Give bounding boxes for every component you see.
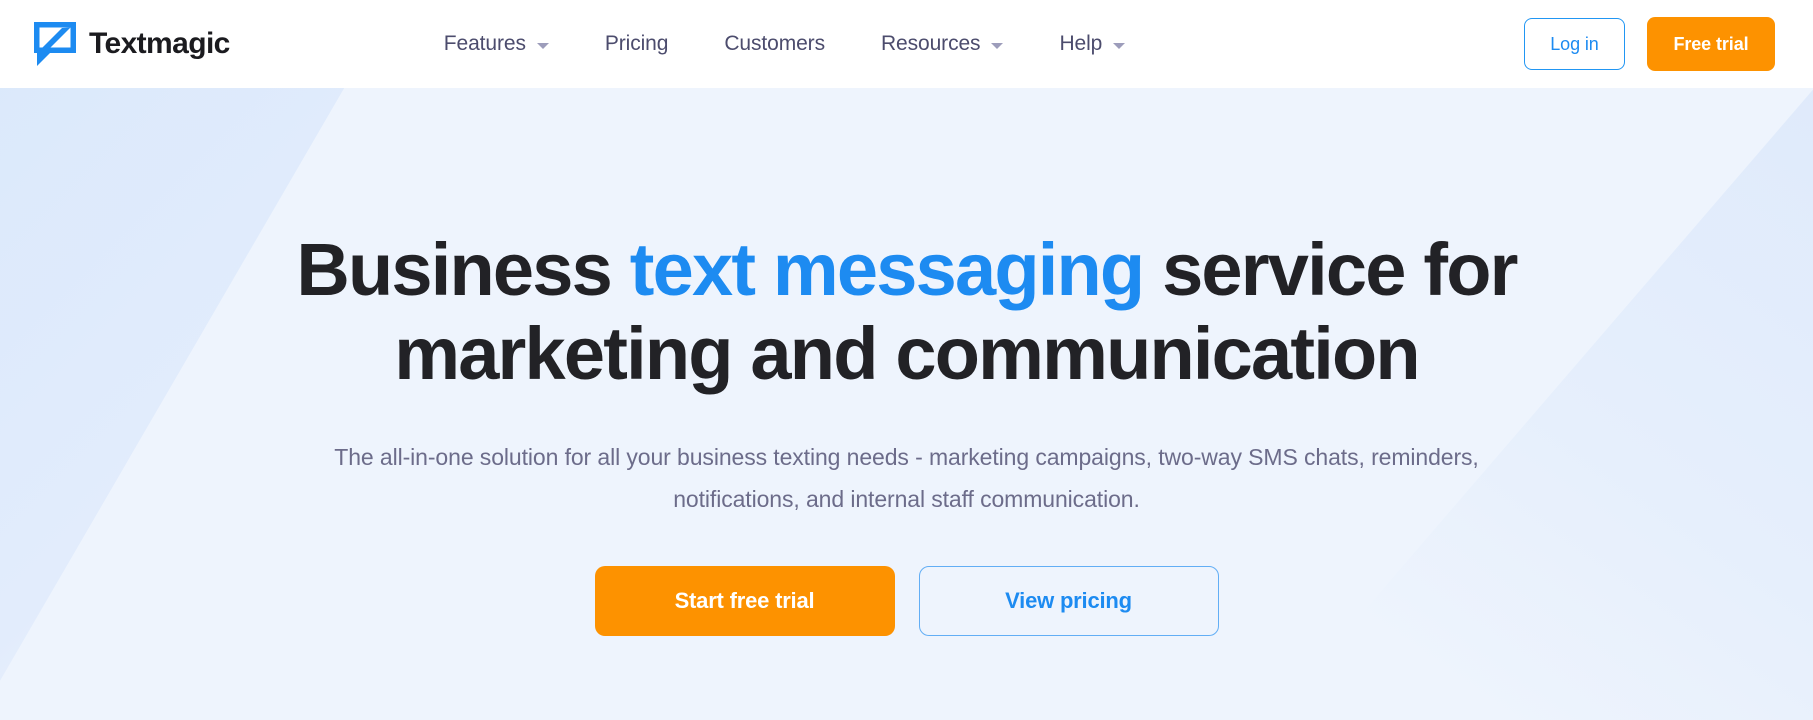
view-pricing-button[interactable]: View pricing	[918, 566, 1219, 636]
hero-subtitle: The all-in-one solution for all your bus…	[334, 444, 1479, 512]
nav-item-resources[interactable]: Resources	[853, 32, 1031, 56]
hero-content: Business text messaging service for mark…	[0, 88, 1813, 636]
nav-item-pricing[interactable]: Pricing	[577, 32, 697, 56]
nav-item-features[interactable]: Features	[416, 32, 577, 56]
hero-headline-part1: Business	[296, 228, 630, 311]
nav-item-label: Customers	[724, 32, 825, 55]
page-root: Textmagic Features Pricing Customers Res…	[0, 0, 1813, 720]
hero-headline: Business text messaging service for mark…	[237, 228, 1577, 396]
chevron-down-icon	[536, 42, 549, 49]
nav-item-label: Features	[443, 32, 526, 55]
hero-headline-highlight: text messaging	[629, 228, 1145, 311]
main-navigation: Features Pricing Customers Resources Hel…	[416, 32, 1153, 56]
nav-item-label: Resources	[880, 32, 981, 55]
brand-logo-link[interactable]: Textmagic	[34, 21, 230, 67]
chevron-down-icon	[991, 42, 1004, 49]
nav-item-help[interactable]: Help	[1031, 32, 1153, 56]
brand-name: Textmagic	[89, 27, 230, 60]
textmagic-logo-icon	[34, 21, 76, 66]
free-trial-button[interactable]: Free trial	[1647, 17, 1775, 71]
nav-item-label: Pricing	[604, 32, 669, 55]
hero-section: Business text messaging service for mark…	[0, 88, 1813, 720]
start-free-trial-button[interactable]: Start free trial	[594, 566, 895, 636]
login-button[interactable]: Log in	[1524, 18, 1625, 70]
nav-item-customers[interactable]: Customers	[696, 32, 853, 56]
header-actions: Log in Free trial	[1524, 17, 1775, 71]
hero-cta-group: Start free trial View pricing	[594, 566, 1219, 636]
nav-item-label: Help	[1059, 32, 1103, 55]
site-header: Textmagic Features Pricing Customers Res…	[0, 0, 1813, 88]
chevron-down-icon	[1113, 42, 1126, 49]
